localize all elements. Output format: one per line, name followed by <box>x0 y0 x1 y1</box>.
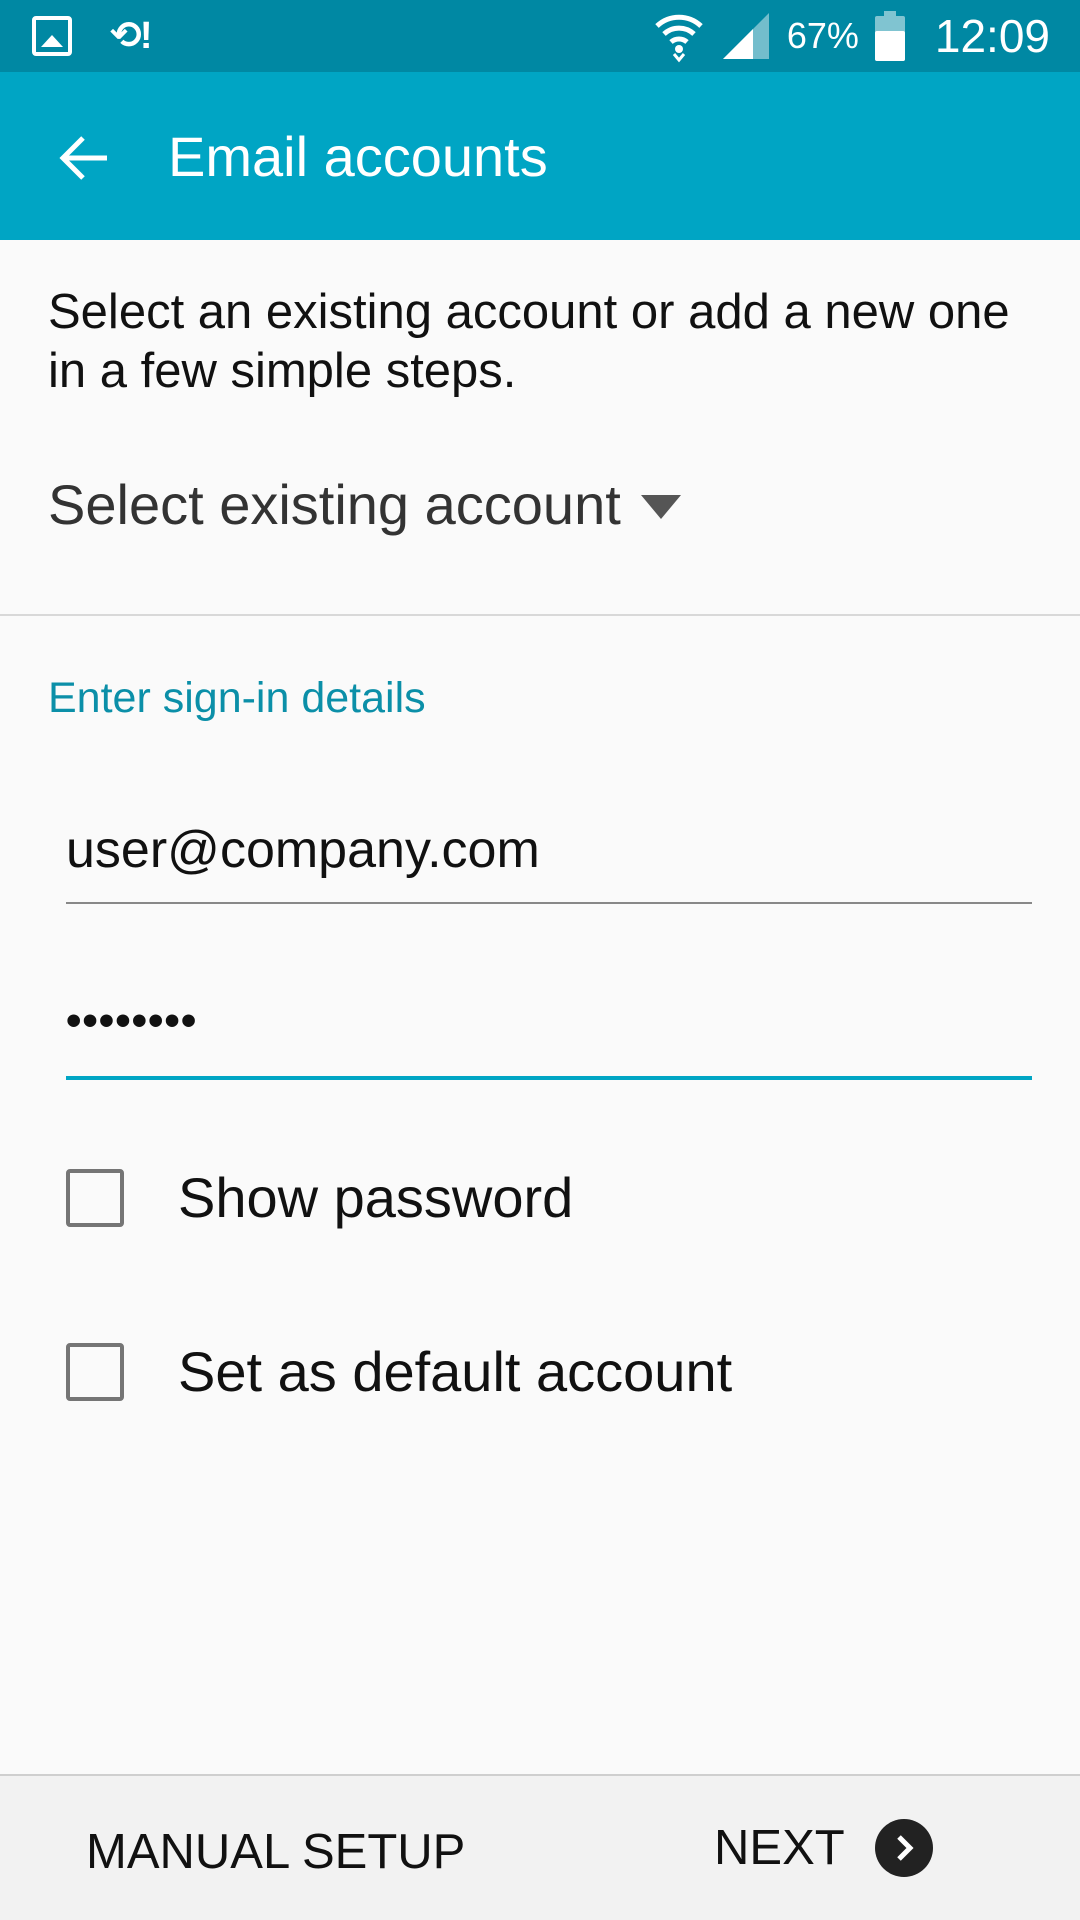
clock: 12:09 <box>934 10 1050 62</box>
show-password-option[interactable]: Show password <box>66 1165 573 1230</box>
chevron-right-circle-icon <box>874 1819 933 1877</box>
battery-percent: 67% <box>786 15 859 56</box>
next-button[interactable]: NEXT <box>714 1816 933 1880</box>
email-field[interactable]: user@company.com <box>66 818 1032 904</box>
default-account-checkbox[interactable] <box>66 1342 124 1401</box>
show-password-label: Show password <box>178 1166 574 1229</box>
back-button[interactable] <box>56 130 112 186</box>
divider <box>0 614 1080 616</box>
next-label: NEXT <box>714 1821 845 1875</box>
status-bar: ⟲! 67% 12:09 <box>0 0 1080 72</box>
password-value: •••••••• <box>66 996 198 1045</box>
sync-icon: ⟲! <box>110 15 152 57</box>
email-value: user@company.com <box>66 821 540 879</box>
show-password-checkbox[interactable] <box>66 1168 124 1227</box>
page-title: Email accounts <box>168 125 548 188</box>
battery-icon <box>874 11 905 61</box>
app-bar: Email accounts <box>0 72 1080 240</box>
default-account-label: Set as default account <box>178 1340 733 1403</box>
wifi-icon <box>653 8 705 64</box>
manual-setup-button[interactable]: MANUAL SETUP <box>86 1824 465 1880</box>
default-account-option[interactable]: Set as default account <box>66 1339 732 1404</box>
section-label: Enter sign-in details <box>48 674 426 722</box>
signal-icon <box>721 11 771 61</box>
password-field[interactable]: •••••••• <box>66 988 1032 1080</box>
gallery-icon <box>32 16 72 56</box>
select-existing-account-dropdown[interactable]: Select existing account <box>48 472 681 537</box>
select-existing-account-label: Select existing account <box>48 473 621 536</box>
bottom-action-bar: MANUAL SETUP NEXT <box>0 1774 1080 1920</box>
arrow-back-icon <box>59 136 107 180</box>
intro-text: Select an existing account or add a new … <box>48 285 1010 398</box>
dropdown-arrow-icon <box>640 494 681 519</box>
